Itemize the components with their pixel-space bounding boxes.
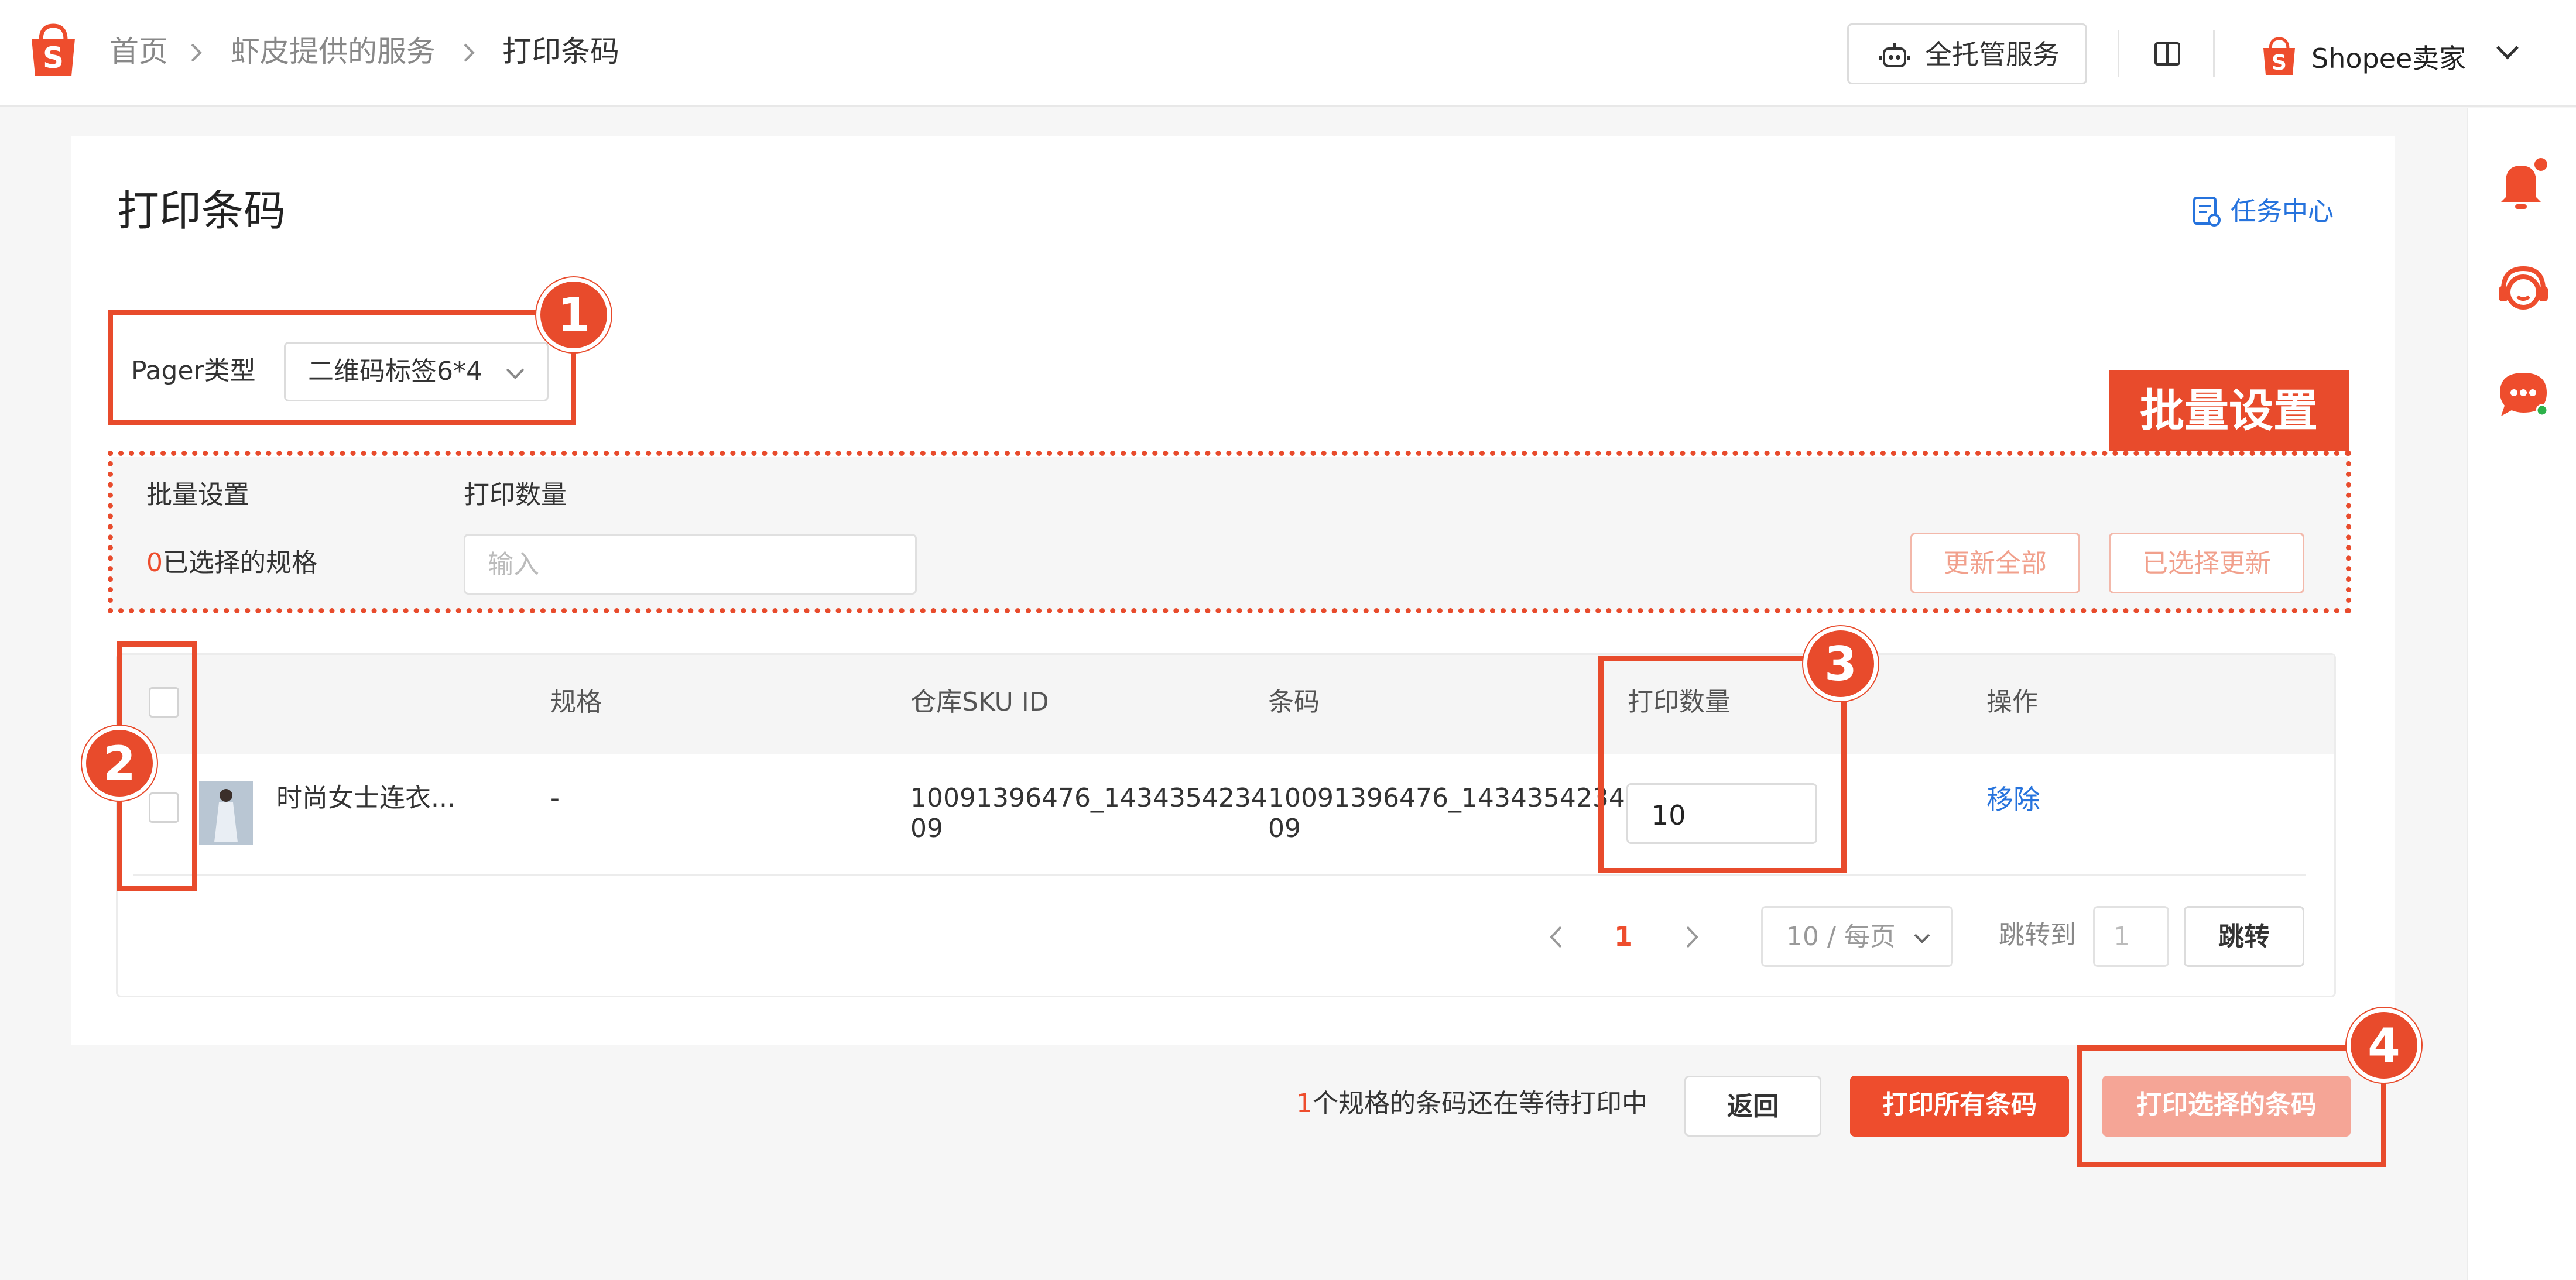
annotation-box-pager (108, 310, 576, 425)
next-page-icon[interactable] (1681, 924, 1703, 950)
breadcrumb-current: 打印条码 (502, 35, 619, 68)
pending-print-suffix: 个规格的条码还在等待打印中 (1313, 1089, 1647, 1118)
jump-to-label: 跳转到 (1999, 920, 2076, 950)
annotation-number-3-text: 3 (1824, 637, 1857, 691)
annotation-number-2-text: 2 (103, 736, 136, 791)
page-size-value: 10 / 每页 (1786, 922, 1896, 952)
print-all-button[interactable]: 打印所有条码 (1850, 1076, 2069, 1137)
annotation-number-4: 4 (2347, 1008, 2421, 1083)
product-image (199, 781, 253, 845)
seller-name[interactable]: Shopee卖家 (2311, 41, 2466, 76)
column-header-action: 操作 (1986, 687, 2038, 717)
task-list-icon[interactable] (2192, 195, 2221, 227)
column-header-spec: 规格 (550, 687, 602, 717)
shopee-logo-icon[interactable]: S (28, 22, 78, 78)
chevron-down-icon[interactable] (2494, 42, 2521, 62)
row-barcode-line2: 09 (1268, 814, 1301, 843)
row-barcode-line1: 10091396476_1434354234 (1268, 783, 1625, 813)
annotation-number-1-text: 1 (557, 288, 590, 342)
task-center-link[interactable]: 任务中心 (2231, 195, 2334, 228)
annotation-number-2: 2 (82, 726, 157, 801)
print-all-label: 打印所有条码 (1882, 1090, 2037, 1120)
back-button-label: 返回 (1727, 1092, 1779, 1121)
chevron-down-icon (1914, 934, 1930, 943)
column-header-barcode: 条码 (1268, 687, 1320, 717)
annotation-number-1: 1 (536, 277, 611, 352)
jump-page-input[interactable]: 1 (2093, 906, 2169, 967)
breadcrumb-home[interactable]: 首页 (109, 33, 168, 70)
book-icon[interactable] (2152, 39, 2183, 69)
product-thumbnail (199, 781, 253, 845)
chevron-right-icon (191, 43, 202, 62)
annotation-number-3: 3 (1803, 626, 1878, 701)
seller-shop-icon: S (2263, 37, 2295, 75)
pending-print-count: 1 (1296, 1089, 1313, 1118)
row-remove-link[interactable]: 移除 (1986, 783, 2040, 816)
prev-page-icon[interactable] (1546, 924, 1567, 950)
jump-page-value: 1 (2113, 922, 2130, 952)
jump-button-label: 跳转 (2218, 922, 2270, 952)
robot-icon (1879, 43, 1910, 67)
annotation-batch-tag-text: 批量设置 (2140, 385, 2318, 437)
annotation-box-batch (108, 451, 2351, 613)
managed-service-button[interactable]: 全托管服务 (1847, 23, 2087, 84)
managed-service-label: 全托管服务 (1925, 39, 2060, 70)
product-name: 时尚女士连衣... (276, 783, 455, 813)
row-spec: - (550, 783, 560, 813)
chat-icon[interactable] (2494, 366, 2553, 424)
row-divider (133, 874, 2306, 876)
right-side-rail (2467, 108, 2576, 1280)
svg-text:S: S (2272, 51, 2287, 75)
annotation-number-4-text: 4 (2368, 1018, 2400, 1073)
page-title: 打印条码 (117, 186, 286, 235)
row-sku-id-line2: 09 (910, 814, 943, 843)
breadcrumb-services[interactable]: 虾皮提供的服务 (231, 33, 436, 70)
header-divider (2213, 30, 2215, 77)
current-page-number[interactable]: 1 (1614, 920, 1633, 953)
header-divider (2118, 30, 2119, 77)
row-sku-id-line1: 10091396476_1434354234 (910, 783, 1268, 813)
notification-bell-icon[interactable] (2494, 155, 2553, 214)
jump-button[interactable]: 跳转 (2184, 906, 2304, 967)
column-header-sku: 仓库SKU ID (910, 687, 1049, 717)
chevron-right-icon (464, 43, 475, 62)
svg-text:S: S (43, 41, 64, 75)
customer-service-icon[interactable] (2494, 259, 2553, 318)
annotation-box-print-selected (2077, 1045, 2386, 1167)
back-button[interactable]: 返回 (1684, 1076, 1821, 1137)
top-header: S 首页 虾皮提供的服务 打印条码 全托管服务 S Shopee卖家 (0, 0, 2576, 107)
page-size-select[interactable]: 10 / 每页 (1761, 906, 1953, 967)
annotation-batch-tag: 批量设置 (2109, 370, 2349, 451)
pending-print-message: 1个规格的条码还在等待打印中 (1296, 1087, 1647, 1120)
